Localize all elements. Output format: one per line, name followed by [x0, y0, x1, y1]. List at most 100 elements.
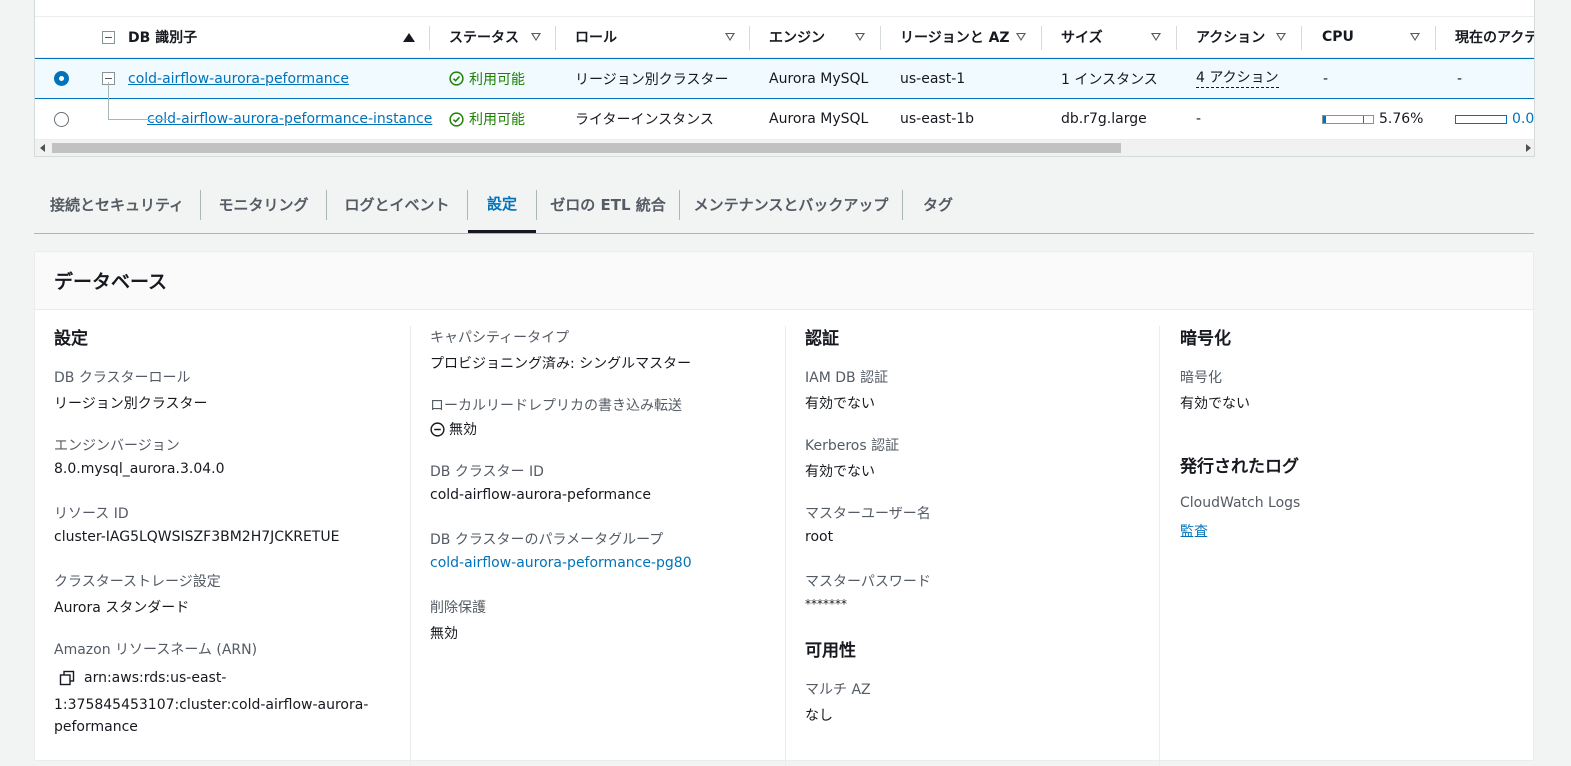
col-actions[interactable]: アクション: [1196, 17, 1265, 57]
table-row[interactable]: cold-airflow-aurora-peformance-instance …: [35, 99, 1534, 140]
param-group-link[interactable]: cold-airflow-aurora-peformance-pg80: [430, 555, 692, 571]
filter-role-icon[interactable]: [725, 33, 735, 41]
cluster-link[interactable]: cold-airflow-aurora-peformance: [128, 71, 349, 87]
row-select-radio[interactable]: [54, 112, 69, 127]
db-table: DB 識別子 ステータス ロール エンジン リージョンと AZ サイズ アクショ…: [34, 0, 1535, 157]
database-panel: データベース 設定 DB クラスターロール リージョン別クラスター エンジンバー…: [34, 251, 1534, 766]
cloudwatch-logs-label: CloudWatch Logs: [1180, 495, 1301, 511]
tree-connector: [108, 82, 109, 120]
col-role[interactable]: ロール: [575, 17, 617, 57]
tab-configuration[interactable]: 設定: [468, 176, 536, 233]
arn-value-line1: arn:aws:rds:us-east-: [84, 670, 227, 686]
col-status[interactable]: ステータス: [449, 17, 519, 57]
cpu-cell: 5.76%: [1322, 99, 1423, 139]
param-group-label: DB クラスターのパラメータグループ: [430, 532, 664, 548]
disabled-icon: [430, 422, 445, 437]
role-cell: リージョン別クラスター: [575, 71, 729, 88]
section-published-logs-title: 発行されたログ: [1180, 457, 1299, 477]
instance-link[interactable]: cold-airflow-aurora-peformance-instance: [147, 111, 432, 127]
region-cell: us-east-1: [900, 70, 966, 87]
engine-version-value: 8.0.mysql_aurora.3.04.0: [54, 461, 225, 477]
section-auth-title: 認証: [805, 329, 839, 349]
filter-region-icon[interactable]: [1016, 33, 1026, 41]
activity-cell: 0.00: [1455, 99, 1534, 139]
region-cell: us-east-1b: [900, 111, 975, 127]
filter-engine-icon[interactable]: [855, 33, 865, 41]
scroll-thumb[interactable]: [52, 143, 1121, 153]
cluster-role-value: リージョン別クラスター: [54, 396, 208, 412]
table-row[interactable]: cold-airflow-aurora-peformance 利用可能 リージョ…: [35, 58, 1534, 99]
tab-tags[interactable]: タグ: [903, 176, 973, 233]
status-badge: 利用可能: [449, 99, 525, 139]
collapse-all-icon[interactable]: [102, 31, 115, 44]
actions-cell: -: [1196, 111, 1202, 127]
engine-version-label: エンジンバージョン: [54, 438, 180, 454]
cpu-cell: -: [1323, 70, 1329, 87]
table-header-row: DB 識別子 ステータス ロール エンジン リージョンと AZ サイズ アクショ…: [35, 16, 1534, 58]
deletion-protection-value: 無効: [430, 626, 458, 642]
resource-id-label: リソース ID: [54, 506, 129, 522]
scroll-right-icon[interactable]: [1526, 144, 1531, 152]
size-cell: 1 インスタンス: [1061, 71, 1158, 88]
filter-status-icon[interactable]: [531, 33, 541, 41]
status-badge: 利用可能: [449, 59, 525, 98]
master-user-label: マスターユーザー名: [805, 506, 931, 522]
master-password-value: *******: [805, 597, 847, 611]
col-region-az[interactable]: リージョンと AZ: [900, 17, 1010, 57]
arn-value-line3: peformance: [54, 719, 138, 735]
activity-meter: [1455, 114, 1507, 124]
arn-label: Amazon リソースネーム (ARN): [54, 642, 258, 658]
multi-az-label: マルチ AZ: [805, 682, 871, 698]
section-availability-title: 可用性: [805, 641, 856, 661]
encryption-label: 暗号化: [1180, 370, 1222, 386]
local-write-label: ローカルリードレプリカの書き込み転送: [430, 398, 682, 414]
filter-cpu-icon[interactable]: [1410, 33, 1420, 41]
filter-size-icon[interactable]: [1151, 33, 1161, 41]
scroll-left-icon[interactable]: [40, 144, 45, 152]
panel-title: データベース: [35, 252, 1533, 310]
section-config-title: 設定: [54, 329, 88, 349]
tab-connectivity[interactable]: 接続とセキュリティ: [34, 176, 200, 233]
iam-auth-label: IAM DB 認証: [805, 370, 889, 386]
local-write-value: 無効: [430, 419, 477, 439]
horizontal-scrollbar[interactable]: [35, 140, 1534, 156]
master-password-label: マスターパスワード: [805, 574, 931, 590]
filter-actions-icon[interactable]: [1276, 33, 1286, 41]
tab-logs-events[interactable]: ログとイベント: [327, 176, 467, 233]
copy-icon[interactable]: [59, 670, 75, 686]
role-cell: ライターインスタンス: [575, 112, 714, 128]
col-current-activity[interactable]: 現在のアクテ: [1455, 17, 1534, 57]
size-cell: db.r7g.large: [1061, 111, 1147, 127]
row-select-radio[interactable]: [54, 71, 69, 86]
actions-popover-link[interactable]: 4 アクション: [1196, 70, 1279, 88]
storage-value: Aurora スタンダード: [54, 600, 190, 616]
col-db-identifier[interactable]: DB 識別子: [128, 17, 197, 57]
col-engine[interactable]: エンジン: [769, 17, 825, 57]
deletion-protection-label: 削除保護: [430, 600, 486, 616]
col-size[interactable]: サイズ: [1061, 17, 1103, 57]
storage-label: クラスターストレージ設定: [54, 574, 221, 590]
check-circle-icon: [449, 111, 464, 127]
detail-tabs: 接続とセキュリティ モニタリング ログとイベント 設定 ゼロの ETL 統合 メ…: [34, 176, 1534, 234]
arn-value-line2: 1:375845453107:cluster:cold-airflow-auro…: [54, 697, 369, 713]
tab-zero-etl[interactable]: ゼロの ETL 統合: [537, 176, 679, 233]
cluster-role-label: DB クラスターロール: [54, 370, 191, 386]
audit-log-link[interactable]: 監査: [1180, 521, 1208, 541]
engine-cell: Aurora MySQL: [769, 70, 869, 87]
tree-connector: [108, 119, 170, 120]
kerberos-value: 有効でない: [805, 464, 875, 480]
tab-maintenance-backups[interactable]: メンテナンスとバックアップ: [680, 176, 902, 233]
cluster-id-label: DB クラスター ID: [430, 464, 544, 480]
cpu-meter: [1322, 114, 1374, 124]
iam-auth-value: 有効でない: [805, 396, 875, 412]
resource-id-value: cluster-IAG5LQWSISZF3BM2H7JCKRETUE: [54, 529, 340, 545]
col-cpu[interactable]: CPU: [1322, 17, 1354, 57]
capacity-type-label: キャパシティータイプ: [430, 330, 570, 346]
cluster-id-value: cold-airflow-aurora-peformance: [430, 487, 651, 503]
activity-cell: -: [1457, 70, 1463, 87]
sort-ascending-icon[interactable]: [403, 33, 415, 42]
section-encryption-title: 暗号化: [1180, 329, 1231, 349]
kerberos-label: Kerberos 認証: [805, 438, 900, 454]
check-circle-icon: [449, 71, 464, 86]
tab-monitoring[interactable]: モニタリング: [201, 176, 326, 233]
